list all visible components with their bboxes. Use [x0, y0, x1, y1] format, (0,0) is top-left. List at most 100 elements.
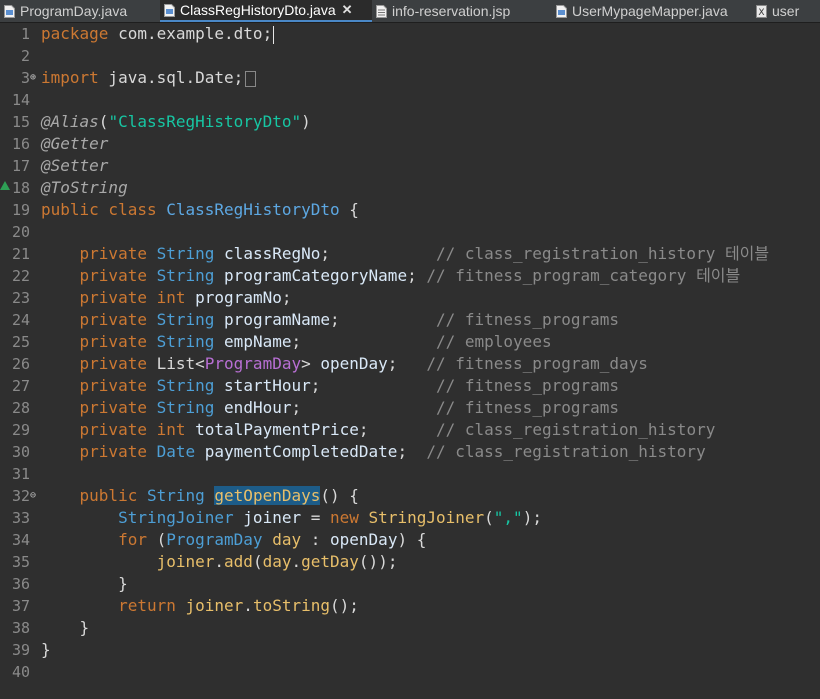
code-text: private int programNo;: [79, 288, 292, 307]
line-number: 3: [20, 69, 30, 87]
code-line[interactable]: 14: [0, 89, 820, 111]
close-tab-icon[interactable]: ✕: [342, 2, 353, 18]
xml-file-icon: X: [756, 4, 767, 18]
tab-label: user: [772, 3, 800, 19]
code-line[interactable]: 1 package com.example.dto;: [0, 23, 820, 45]
code-line[interactable]: 20: [0, 221, 820, 243]
line-number: 33: [11, 509, 30, 527]
code-line[interactable]: 32 ⊖ public String getOpenDays() {: [0, 485, 820, 507]
code-text: private int totalPaymentPrice; // class_…: [79, 420, 716, 439]
code-line[interactable]: 39}: [0, 639, 820, 661]
jsp-file-icon: [376, 4, 387, 18]
line-number: 37: [11, 597, 30, 615]
line-number: 22: [11, 267, 30, 285]
code-line[interactable]: 36 }: [0, 573, 820, 595]
tab-usermypagemapper-java[interactable]: UserMypageMapper.java: [552, 0, 752, 22]
code-line[interactable]: 28 private String endHour; // fitness_pr…: [0, 397, 820, 419]
code-line[interactable]: 15 @Alias("ClassRegHistoryDto"): [0, 111, 820, 133]
code-text: import java.sql.Date;: [41, 67, 257, 89]
code-text: private Date paymentCompletedDate; // cl…: [79, 442, 706, 461]
line-number: 14: [11, 91, 30, 109]
tab-label: ClassRegHistoryDto.java: [180, 2, 336, 18]
code-text: public String getOpenDays() {: [79, 486, 359, 505]
code-text: private String programName; // fitness_p…: [79, 310, 620, 329]
line-number: 19: [11, 201, 30, 219]
line-number: 39: [11, 641, 30, 659]
line-number: 28: [11, 399, 30, 417]
line-number: 30: [11, 443, 30, 461]
code-text: private String empName; // employees: [79, 332, 552, 351]
expand-fold-icon[interactable]: ⊕: [30, 73, 38, 83]
tab-programday-java[interactable]: ProgramDay.java: [0, 0, 160, 22]
code-text: private String startHour; // fitness_pro…: [79, 376, 620, 395]
editor-tab-bar: ProgramDay.java ClassRegHistoryDto.java ✕ i…: [0, 0, 820, 23]
line-number: 34: [11, 531, 30, 549]
code-line[interactable]: 37 return joiner.toString();: [0, 595, 820, 617]
line-number: 38: [11, 619, 30, 637]
line-number: 29: [11, 421, 30, 439]
code-editor[interactable]: 1 package com.example.dto; 2 3 ⊕ import java.…: [0, 23, 820, 699]
line-number: 36: [11, 575, 30, 593]
line-number: 32: [11, 487, 30, 505]
code-line[interactable]: 31: [0, 463, 820, 485]
tab-label: ProgramDay.java: [20, 3, 128, 19]
tab-user[interactable]: Xuser: [752, 0, 820, 22]
tab-classreghistorydto-java[interactable]: ClassRegHistoryDto.java ✕: [160, 0, 372, 22]
code-line[interactable]: 29 private int totalPaymentPrice; // cla…: [0, 419, 820, 441]
code-text: package com.example.dto;: [41, 24, 275, 44]
line-number: 21: [11, 245, 30, 263]
tab-label: info-reservation.jsp: [392, 3, 511, 19]
line-number: 23: [11, 289, 30, 307]
code-text: joiner.add(day.getDay());: [156, 552, 398, 571]
code-line[interactable]: 21 private String classRegNo; // class_r…: [0, 243, 820, 265]
code-line[interactable]: 27 private String startHour; // fitness_…: [0, 375, 820, 397]
code-line[interactable]: 35 joiner.add(day.getDay());: [0, 551, 820, 573]
code-line[interactable]: 3 ⊕ import java.sql.Date;: [0, 67, 820, 89]
collapse-fold-icon[interactable]: ⊖: [30, 491, 38, 501]
code-text: private List<ProgramDay> openDay; // fit…: [79, 354, 648, 373]
code-line[interactable]: 34 for (ProgramDay day : openDay) {: [0, 529, 820, 551]
line-number: 2: [20, 47, 30, 65]
code-text: StringJoiner joiner = new StringJoiner("…: [118, 508, 542, 527]
code-text: private String endHour; // fitness_progr…: [79, 398, 620, 417]
code-line[interactable]: 30 private Date paymentCompletedDate; //…: [0, 441, 820, 463]
line-number: 16: [11, 135, 30, 153]
code-text: @Setter: [41, 156, 109, 175]
code-line[interactable]: 33 StringJoiner joiner = new StringJoine…: [0, 507, 820, 529]
java-file-icon: [4, 4, 15, 18]
svg-text:X: X: [758, 8, 764, 18]
code-text: private String classRegNo; // class_regi…: [79, 244, 770, 263]
code-text: @ToString: [41, 178, 128, 197]
code-line[interactable]: 17 @Setter: [0, 155, 820, 177]
code-text: public class ClassRegHistoryDto {: [41, 200, 359, 219]
code-line[interactable]: 19 public class ClassRegHistoryDto {: [0, 199, 820, 221]
code-line[interactable]: 40: [0, 661, 820, 683]
code-line[interactable]: 18 @ToString: [0, 177, 820, 199]
code-text: private String programCategoryName; // f…: [79, 266, 741, 285]
code-text: return joiner.toString();: [118, 596, 359, 615]
code-line[interactable]: 24 private String programName; // fitnes…: [0, 309, 820, 331]
line-number: 27: [11, 377, 30, 395]
code-line[interactable]: 38 }: [0, 617, 820, 639]
tab-label: UserMypageMapper.java: [572, 3, 728, 19]
code-text: }: [41, 574, 128, 593]
code-text: }: [41, 640, 51, 659]
code-line[interactable]: 16 @Getter: [0, 133, 820, 155]
code-line[interactable]: 22 private String programCategoryName; /…: [0, 265, 820, 287]
code-line[interactable]: 23 private int programNo;: [0, 287, 820, 309]
code-text: @Alias("ClassRegHistoryDto"): [41, 112, 311, 131]
java-file-icon: [556, 4, 567, 18]
code-text: for (ProgramDay day : openDay) {: [118, 530, 427, 549]
tab-info-reservation-jsp[interactable]: info-reservation.jsp: [372, 0, 552, 22]
code-text: @Getter: [41, 134, 109, 153]
code-line[interactable]: 26 private List<ProgramDay> openDay; // …: [0, 353, 820, 375]
line-number: 20: [11, 223, 30, 241]
line-number: 18: [11, 179, 30, 197]
line-number: 24: [11, 311, 30, 329]
line-number: 31: [11, 465, 30, 483]
code-line[interactable]: 25 private String empName; // employees: [0, 331, 820, 353]
java-file-icon: [164, 3, 175, 17]
code-line[interactable]: 2: [0, 45, 820, 67]
line-number: 25: [11, 333, 30, 351]
line-number: 15: [11, 113, 30, 131]
